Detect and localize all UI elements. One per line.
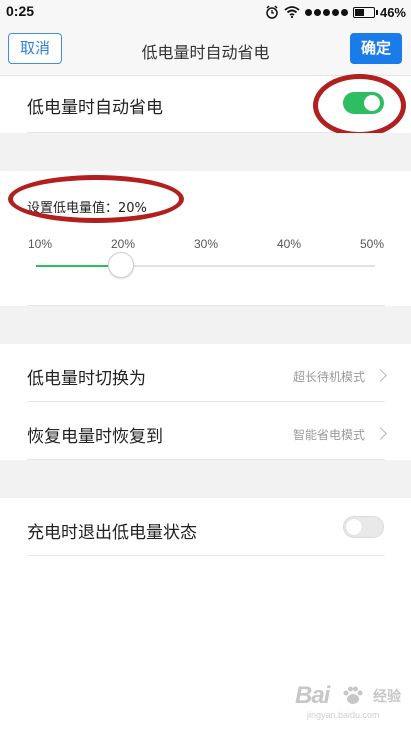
section-separator xyxy=(0,460,411,498)
chevron-right-icon xyxy=(374,427,387,440)
auto-save-row[interactable]: 低电量时自动省电 xyxy=(0,76,411,133)
slider-tick-label: 20% xyxy=(111,237,136,251)
watermark-suffix: 经验 xyxy=(373,689,401,705)
threshold-label: 设置低电量值：20% xyxy=(27,201,147,216)
slider-tick-label: 10% xyxy=(28,237,53,251)
nav-bar: 取消 低电量时自动省电 确定 xyxy=(0,24,411,76)
exit-on-charge-toggle[interactable] xyxy=(343,516,384,538)
restore-mode-value: 智能省电模式 xyxy=(292,428,365,442)
alarm-icon xyxy=(266,5,278,19)
confirm-button[interactable]: 确定 xyxy=(350,33,402,64)
paw-icon xyxy=(343,686,363,704)
switch-mode-label: 低电量时切换为 xyxy=(27,369,146,389)
threshold-slider-thumb[interactable] xyxy=(107,252,134,278)
slider-tick-label: 30% xyxy=(194,237,219,251)
status-icons: 46% xyxy=(265,3,406,21)
switch-mode-value: 超长待机模式 xyxy=(292,370,365,384)
exit-on-charge-label: 充电时退出低电量状态 xyxy=(27,523,197,543)
threshold-slider-fill xyxy=(36,265,108,267)
switch-mode-row[interactable]: 低电量时切换为 超长待机模式 xyxy=(0,344,411,402)
threshold-slider-track[interactable] xyxy=(36,265,375,267)
divider xyxy=(27,555,385,556)
restore-mode-label: 恢复电量时恢复到 xyxy=(27,427,163,447)
chevron-right-icon xyxy=(374,369,387,382)
restore-mode-row[interactable]: 恢复电量时恢复到 智能省电模式 xyxy=(0,402,411,460)
watermark: Bai 经验 jingyan.baidu.com xyxy=(295,682,405,724)
battery-percent: 46% xyxy=(379,4,406,20)
auto-save-toggle[interactable] xyxy=(343,92,384,114)
exit-on-charge-row[interactable]: 充电时退出低电量状态 xyxy=(0,498,411,556)
signal-dots-icon xyxy=(304,8,348,16)
section-separator xyxy=(0,133,411,171)
slider-tick-label: 50% xyxy=(360,237,385,251)
status-bar: 0:25 46% xyxy=(0,0,411,24)
battery-icon xyxy=(352,6,378,18)
section-separator xyxy=(0,306,411,344)
watermark-url: jingyan.baidu.com xyxy=(307,710,380,720)
status-time: 0:25 xyxy=(6,3,35,19)
watermark-logo: Bai xyxy=(295,682,330,709)
slider-tick-label: 40% xyxy=(277,237,302,251)
wifi-icon xyxy=(284,6,300,18)
auto-save-label: 低电量时自动省电 xyxy=(27,98,163,118)
